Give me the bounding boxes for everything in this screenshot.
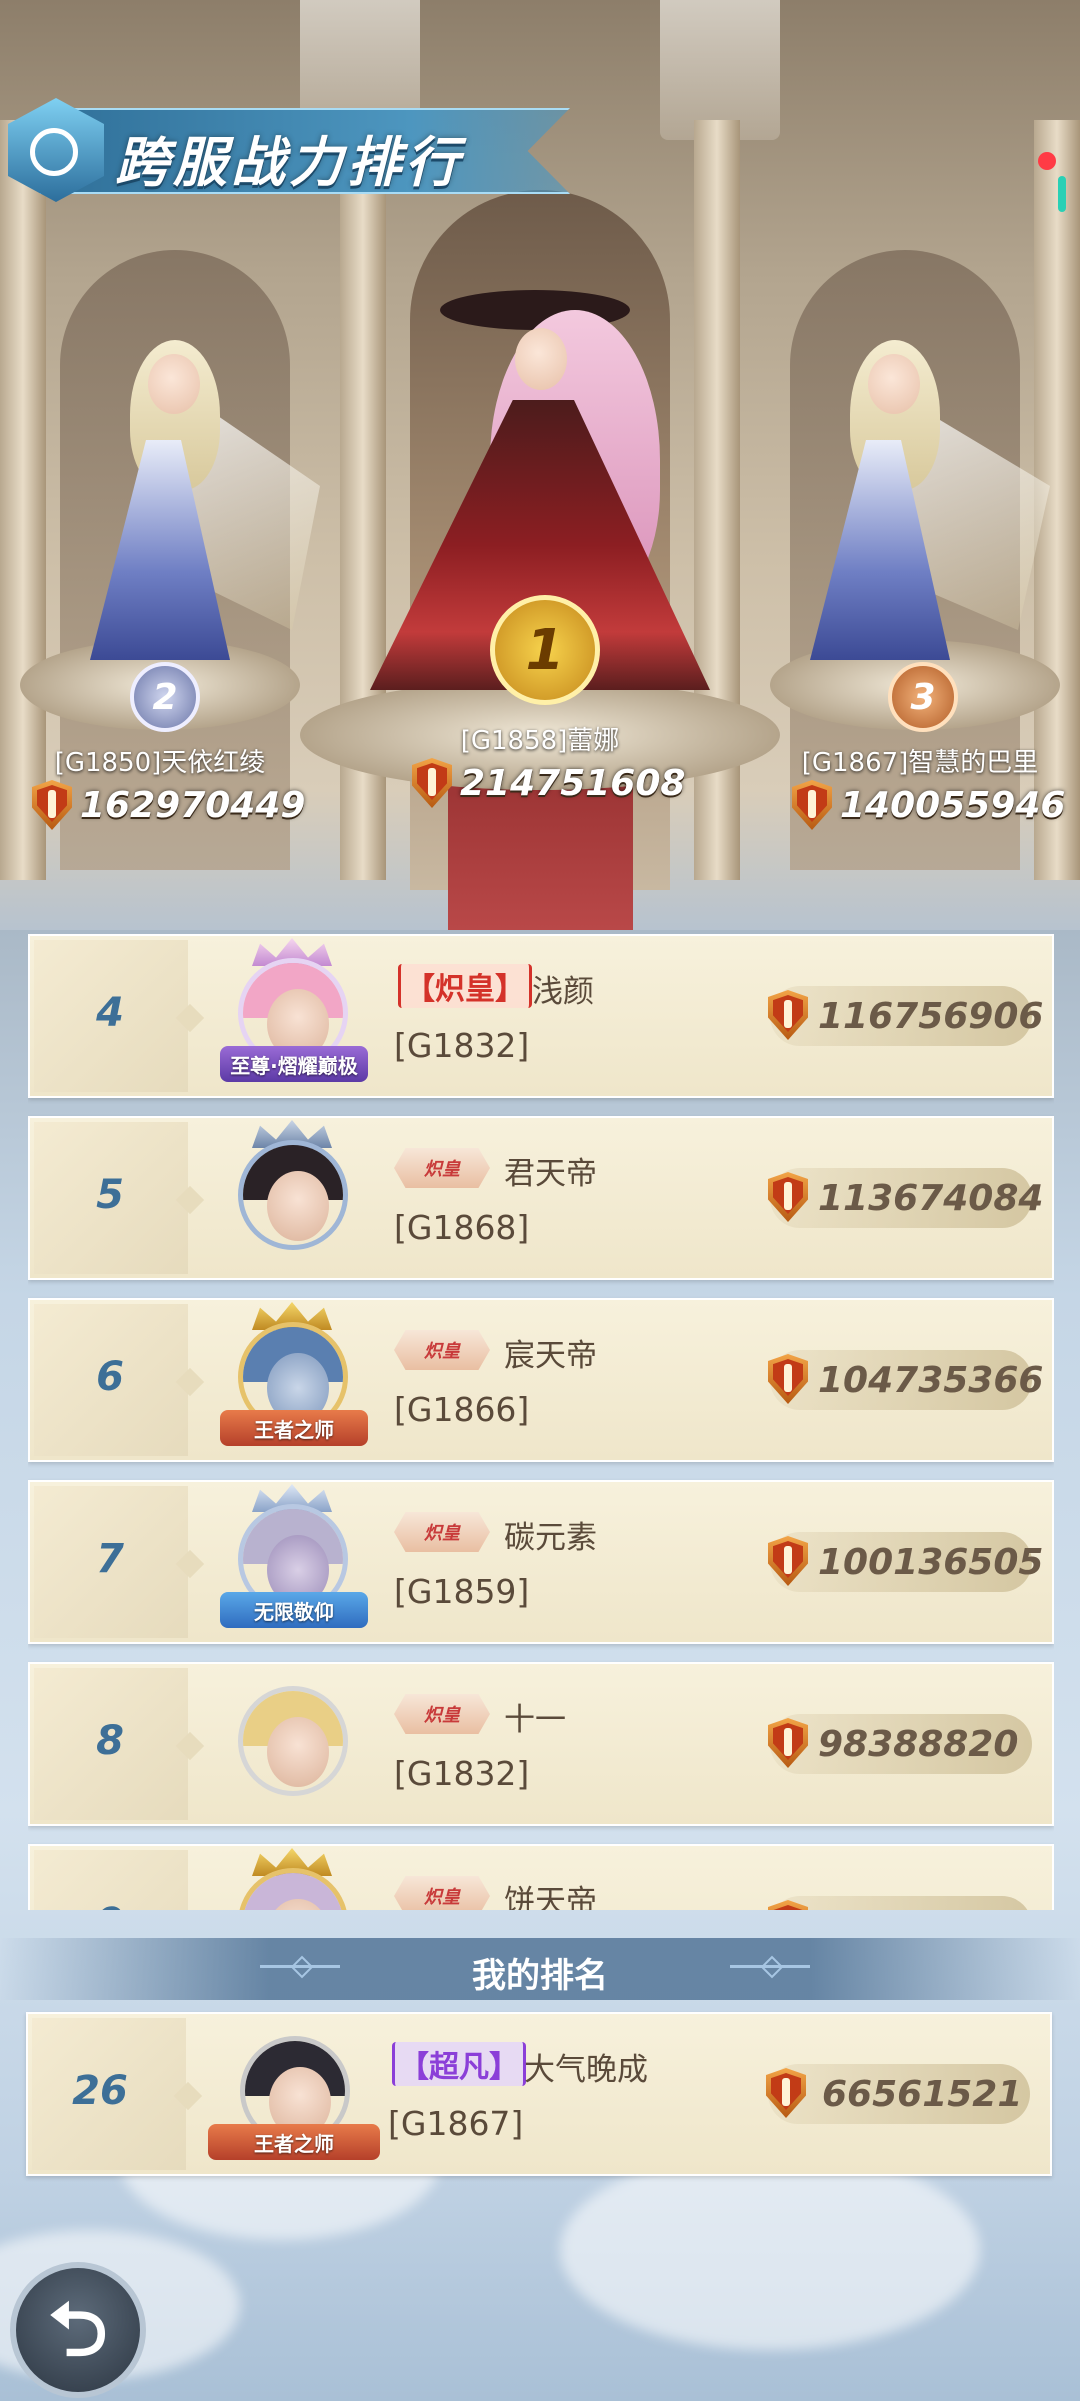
badge-text: 炽皇 bbox=[424, 1887, 460, 1908]
badge-text: 炽皇 bbox=[424, 1341, 460, 1362]
player-name: 十一 bbox=[504, 1702, 566, 1738]
server-id: [G1867] bbox=[388, 2104, 524, 2143]
list-item[interactable]: 9 炽皇 饼天帝 bbox=[28, 1844, 1054, 1910]
podium-name-2: [G1850]天依红绫 bbox=[54, 748, 266, 778]
power-value: 104735366 bbox=[818, 1360, 1044, 1401]
podium-name-1: [G1858]蕾娜 bbox=[460, 726, 620, 756]
side-tab-indicator[interactable] bbox=[1058, 176, 1066, 212]
frame-label: 王者之师 bbox=[208, 2124, 380, 2160]
power-pill bbox=[770, 1896, 1032, 1910]
hero-rank-3[interactable] bbox=[790, 330, 1050, 670]
power-value: 113674084 bbox=[818, 1178, 1044, 1219]
my-rank-label: 我的排名 bbox=[472, 1956, 608, 1996]
power-value: 98388820 bbox=[818, 1724, 1019, 1765]
title-badge: 炽皇 bbox=[394, 1512, 490, 1552]
title-badge: 炽皇 bbox=[394, 1148, 490, 1188]
rank-number: 9 bbox=[60, 1900, 160, 1910]
power-shield-icon bbox=[412, 758, 452, 808]
rank-number: 7 bbox=[96, 1536, 124, 1582]
title-badge: 炽皇 bbox=[394, 1876, 490, 1910]
podium-power-3: 140055946 bbox=[792, 780, 1065, 830]
hall-window bbox=[660, 0, 780, 140]
power-value: 116756906 bbox=[818, 996, 1044, 1037]
title-badge: 【超凡】 bbox=[386, 2042, 532, 2086]
player-name: 大气晚成 bbox=[524, 2052, 648, 2088]
notification-dot[interactable] bbox=[1038, 152, 1056, 170]
server-id: [G1868] bbox=[394, 1208, 530, 1247]
power-value: 100136505 bbox=[818, 1542, 1044, 1583]
frame-label: 至尊·熠耀巅极 bbox=[220, 1046, 368, 1082]
avatar[interactable] bbox=[238, 1140, 348, 1250]
player-name: 宸天帝 bbox=[504, 1338, 597, 1374]
rank-number: 6 bbox=[96, 1354, 124, 1400]
rank-number: 26 bbox=[72, 2068, 128, 2114]
podium-power-value: 214751608 bbox=[460, 762, 686, 804]
emblem-ring bbox=[30, 128, 78, 176]
player-name: 君天帝 bbox=[504, 1156, 597, 1192]
list-item[interactable]: 4 至尊·熠耀巅极 【炽皇】 浅颜 [G1832] 116756906 bbox=[28, 934, 1054, 1098]
badge-text: 炽皇 bbox=[424, 1523, 460, 1544]
power-value: 66561521 bbox=[822, 2074, 1023, 2115]
podium-power-value: 162970449 bbox=[80, 784, 306, 826]
title-badge: 【炽皇】 bbox=[392, 964, 538, 1008]
rank-number: 8 bbox=[96, 1718, 124, 1764]
podium-name-3: [G1867]智慧的巴里 bbox=[801, 748, 1039, 778]
badge-text: 炽皇 bbox=[424, 1159, 460, 1180]
badge-text: 炽皇 bbox=[424, 1705, 460, 1726]
rank-1-medal-icon: 1 bbox=[490, 595, 600, 705]
list-item[interactable]: 7 无限敬仰 炽皇 碳元素 [G1859] 100136505 bbox=[28, 1480, 1054, 1644]
power-shield-icon bbox=[32, 780, 72, 830]
title-badge: 炽皇 bbox=[394, 1694, 490, 1734]
list-item[interactable]: 6 王者之师 炽皇 宸天帝 [G1866] 104735366 bbox=[28, 1298, 1054, 1462]
power-shield-icon bbox=[792, 780, 832, 830]
title-badge: 炽皇 bbox=[394, 1330, 490, 1370]
my-rank-row[interactable]: 26 王者之师 【超凡】 大气晚成 [G1867] 66561521 bbox=[26, 2012, 1052, 2176]
player-name: 浅颜 bbox=[532, 974, 594, 1010]
list-item[interactable]: 5 炽皇 君天帝 [G1868] 113674084 bbox=[28, 1116, 1054, 1280]
rank-number: 4 bbox=[96, 990, 124, 1036]
page-title: 跨服战力排行 bbox=[115, 131, 463, 194]
frame-label: 王者之师 bbox=[220, 1410, 368, 1446]
podium-power-1: 214751608 bbox=[412, 758, 685, 808]
badge-text: 【超凡】 bbox=[392, 2042, 526, 2086]
frame-label: 无限敬仰 bbox=[220, 1592, 368, 1628]
server-id: [G1832] bbox=[394, 1026, 530, 1065]
avatar[interactable] bbox=[238, 1686, 348, 1796]
back-button[interactable]: ⮌ bbox=[10, 2262, 146, 2398]
podium-power-value: 140055946 bbox=[840, 784, 1066, 826]
back-arrow-icon: ⮌ bbox=[48, 2287, 108, 2373]
list-item[interactable]: 8 炽皇 十一 [G1832] 98388820 bbox=[28, 1662, 1054, 1826]
player-name: 碳元素 bbox=[504, 1520, 597, 1556]
player-name: 饼天帝 bbox=[504, 1884, 597, 1910]
hero-rank-2[interactable] bbox=[60, 330, 320, 670]
server-id: [G1859] bbox=[394, 1572, 530, 1611]
podium-power-2: 162970449 bbox=[32, 780, 305, 830]
rank-2-medal-icon: 2 bbox=[130, 662, 200, 732]
badge-text: 【炽皇】 bbox=[398, 964, 532, 1008]
rank-number: 5 bbox=[96, 1172, 124, 1218]
server-id: [G1832] bbox=[394, 1754, 530, 1793]
ranking-list[interactable]: 4 至尊·熠耀巅极 【炽皇】 浅颜 [G1832] 116756906 5 炽皇… bbox=[28, 934, 1054, 1910]
rank-3-medal-icon: 3 bbox=[888, 662, 958, 732]
server-id: [G1866] bbox=[394, 1390, 530, 1429]
